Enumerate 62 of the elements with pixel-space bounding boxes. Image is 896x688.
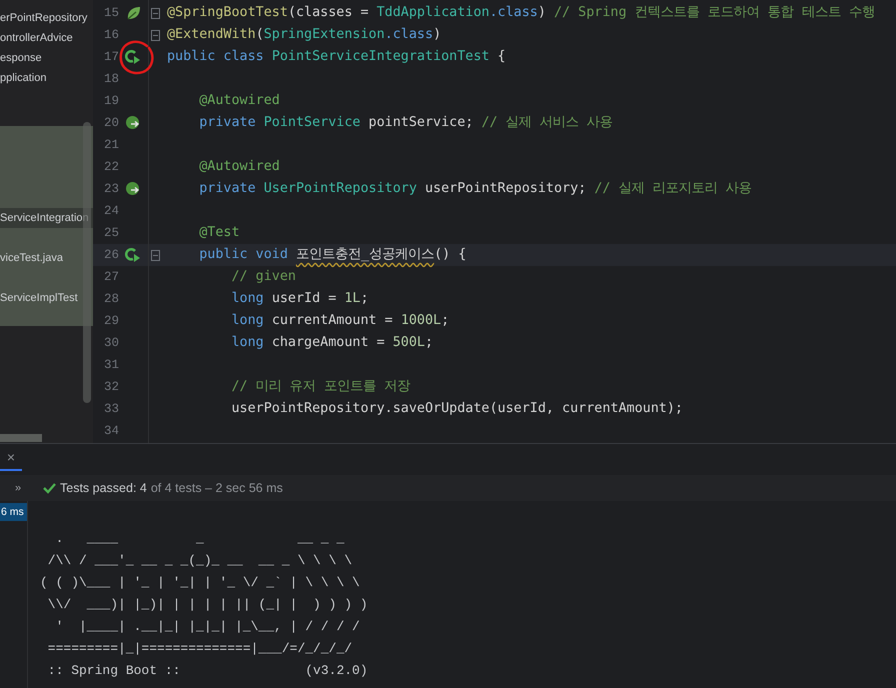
code-line: private PointService pointService; // 실제 서비스 사용 <box>198 114 613 132</box>
line-number: 31 <box>102 356 119 374</box>
code-line: userPointRepository.saveOrUpdate(userId, currentAmount); <box>230 400 683 418</box>
line-number: 17 <box>102 48 119 66</box>
console-line: . ____ _ __ _ _ <box>54 530 346 548</box>
code-line: @Autowired <box>198 158 280 176</box>
code-line: long chargeAmount = 500L; <box>230 334 434 352</box>
line-number: 15 <box>102 4 119 22</box>
scrollbar-thumb[interactable] <box>0 434 42 442</box>
bean-icon[interactable] <box>125 115 141 131</box>
fold-icon[interactable] <box>151 250 160 260</box>
tree-item[interactable]: erPointRepository <box>0 8 93 28</box>
run-icon[interactable] <box>125 49 141 65</box>
code-line: @Test <box>198 224 240 242</box>
console-line: \\/ ___)| |_)| | | | | || (_| | ) ) ) ) <box>46 596 368 614</box>
code-line: @Autowired <box>198 92 280 110</box>
line-number: 20 <box>102 114 119 132</box>
close-button[interactable]: × <box>0 444 22 471</box>
code-line: // given <box>230 268 296 286</box>
fold-icon[interactable] <box>151 8 160 18</box>
line-number: 33 <box>102 400 119 418</box>
line-number: 34 <box>102 422 119 440</box>
tree-item[interactable]: ontrollerAdvice <box>0 28 93 48</box>
line-number: 23 <box>102 180 119 198</box>
tree-item[interactable]: viceTest.java <box>0 248 93 268</box>
code-line: long currentAmount = 1000L; <box>230 312 450 330</box>
line-number: 21 <box>102 136 119 154</box>
console-line: /\\ / ___'_ __ _ _(_)_ __ __ _ \ \ \ \ <box>46 552 354 570</box>
code-line: // 미리 유저 포인트를 저장 <box>230 378 410 396</box>
test-tree-item[interactable]: 6 ms <box>0 503 27 521</box>
line-number: 22 <box>102 158 119 176</box>
line-number: 18 <box>102 70 119 88</box>
console-line: =========|_|==============|___/=/_/_/_/ <box>46 640 354 658</box>
code-line: public void 포인트충전_성공케이스() { <box>198 246 466 264</box>
console-line: ( ( )\___ | '_ | '_| | '_ \/ _` | \ \ \ \ <box>40 574 361 592</box>
tree-item[interactable]: esponse <box>0 48 93 68</box>
line-number: 28 <box>102 290 119 308</box>
tree-item[interactable]: ServiceImplTest <box>0 288 93 308</box>
code-line: @ExtendWith(SpringExtension.class) <box>166 26 442 44</box>
line-number: 16 <box>102 26 119 44</box>
line-number: 30 <box>102 334 119 352</box>
line-number: 27 <box>102 268 119 286</box>
tree-item[interactable]: pplication <box>0 68 93 88</box>
test-summary: Tests passed: 4 <box>60 480 147 497</box>
line-number: 25 <box>102 224 119 242</box>
line-number: 32 <box>102 378 119 396</box>
bean-icon[interactable] <box>125 181 141 197</box>
line-number: 19 <box>102 92 119 110</box>
code-line: public class PointServiceIntegrationTest { <box>166 48 506 66</box>
console-line: ' |____| .__|_| |_|_| |_\__, | / / / / <box>54 618 361 636</box>
line-number: 29 <box>102 312 119 330</box>
console-line: :: Spring Boot :: (v3.2.0) <box>46 662 368 680</box>
leaf-icon[interactable] <box>125 5 141 21</box>
code-line: long userId = 1L; <box>230 290 369 308</box>
code-line: @SpringBootTest(classes = TddApplication.class) // Spring 컨텍스트를 로드하여 통합 테스트 수행 <box>166 4 875 22</box>
line-number: 24 <box>102 202 119 220</box>
test-duration: of 4 tests – 2 sec 56 ms <box>150 480 283 497</box>
fold-icon[interactable] <box>151 30 160 40</box>
run-icon[interactable] <box>125 247 141 263</box>
line-number: 26 <box>102 246 119 264</box>
code-line: private UserPointRepository userPointRepository; // 실제 리포지토리 사용 <box>198 180 752 198</box>
expand-button[interactable]: » <box>11 480 25 496</box>
